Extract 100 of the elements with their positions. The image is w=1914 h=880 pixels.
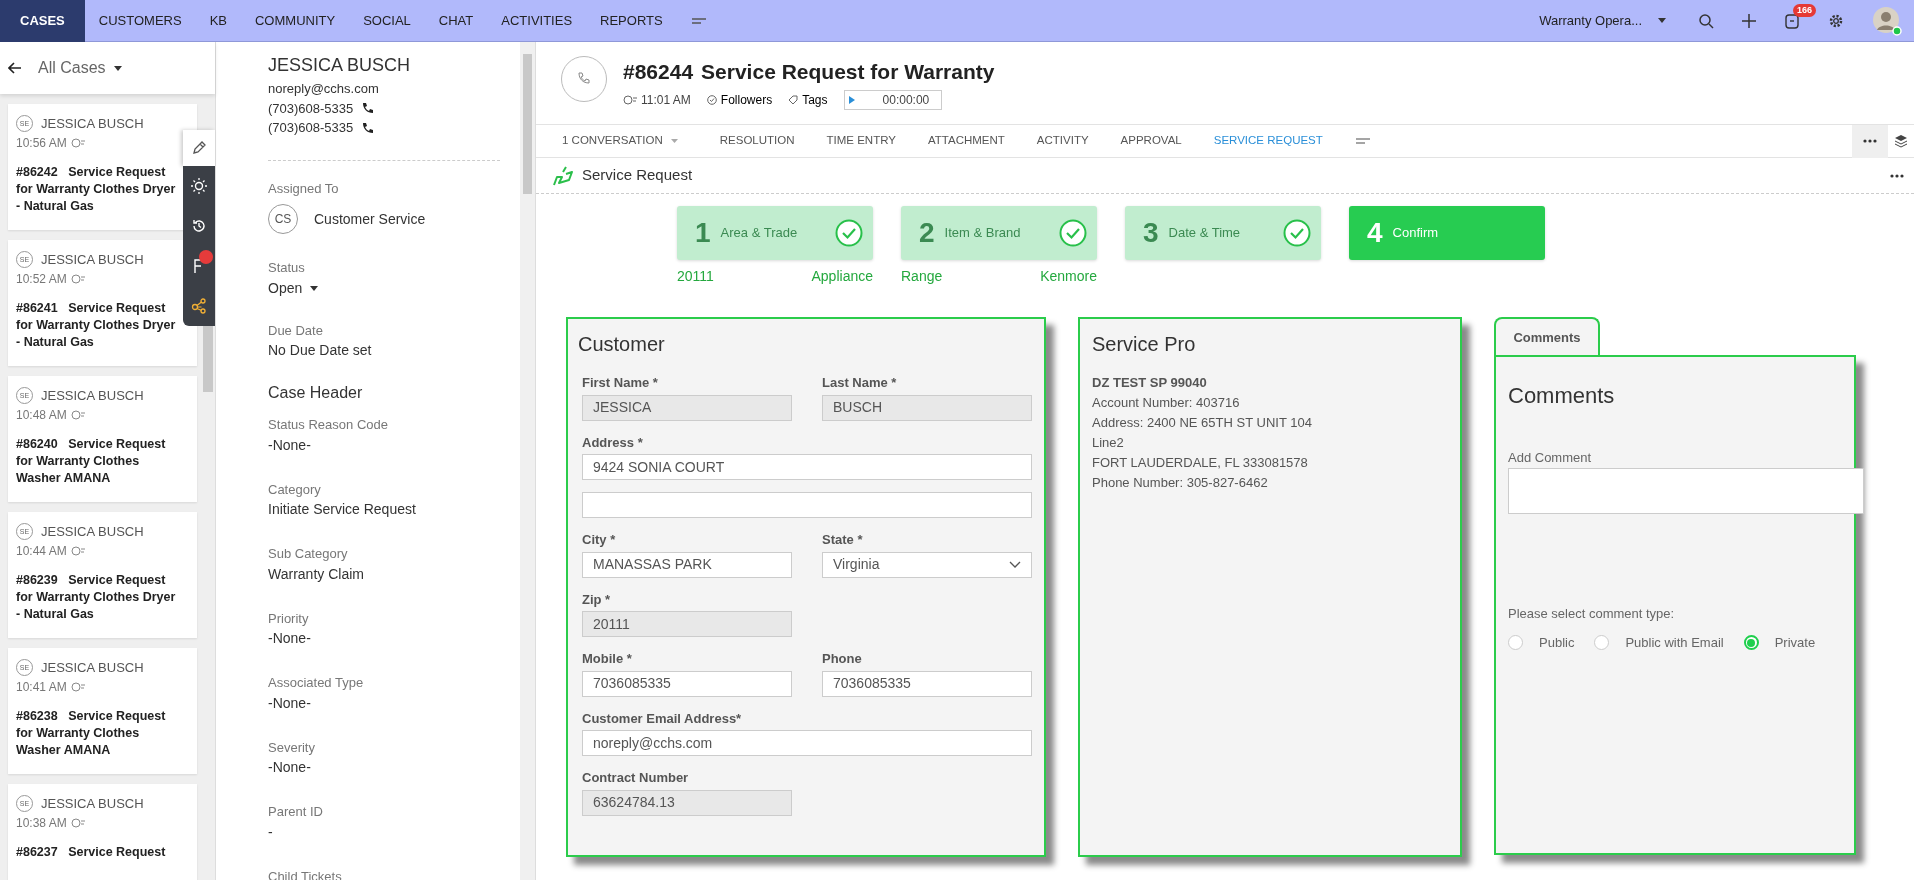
nav-tab[interactable]: REPORTS xyxy=(586,0,677,42)
field-label: Address * xyxy=(582,433,644,452)
followers-button[interactable]: Followers xyxy=(706,90,773,109)
nav-tab[interactable]: KB xyxy=(195,0,241,42)
pencil-icon[interactable] xyxy=(191,140,207,156)
nav-tab[interactable]: ACTIVITIES xyxy=(487,0,587,42)
panel-title: Service Pro xyxy=(1092,332,1197,357)
scrollbar[interactable] xyxy=(523,54,532,194)
case-time: 10:56 AM xyxy=(16,134,67,152)
customer-name: JESSICA BUSCH xyxy=(41,659,144,677)
input-field[interactable]: MANASSAS PARK xyxy=(582,551,792,578)
clock-icon xyxy=(623,94,637,105)
field-value: -None- xyxy=(268,629,312,648)
check-circle-icon xyxy=(1283,219,1311,247)
field-label: Zip * xyxy=(582,590,612,609)
clock-icon xyxy=(70,681,85,692)
field-label: State * xyxy=(822,531,864,549)
tags-button[interactable]: Tags xyxy=(788,90,828,109)
panel-title: Comments xyxy=(1508,382,1616,410)
more-icon[interactable] xyxy=(1890,173,1904,178)
tab[interactable]: SERVICE REQUEST xyxy=(1197,124,1339,158)
case-title: #86241 Service Request for Warranty Clothes Dryer - Natural Gas xyxy=(16,299,177,351)
workspace-dropdown[interactable]: Warranty Opera... xyxy=(1525,0,1680,42)
plus-icon[interactable] xyxy=(1742,13,1756,28)
input-field[interactable]: 9424 SONIA COURT xyxy=(582,454,1032,480)
field-value: No Due Date set xyxy=(268,341,373,360)
tab[interactable]: ATTACHMENT xyxy=(911,124,1021,158)
input-field[interactable] xyxy=(582,492,1032,518)
tab[interactable]: APPROVAL xyxy=(1104,124,1198,158)
menu-icon xyxy=(1354,137,1371,146)
field-label: Status Reason Code xyxy=(268,416,389,434)
alert-badge xyxy=(199,250,213,264)
radio-button[interactable] xyxy=(1594,635,1610,651)
step-value: Appliance xyxy=(811,267,873,286)
assigned-value: Customer Service xyxy=(314,209,426,229)
tab[interactable]: RESOLUTION xyxy=(703,124,811,158)
clock-icon xyxy=(70,545,85,556)
check-circle-icon xyxy=(835,219,863,247)
field-label: Priority xyxy=(268,609,310,628)
settings-icon[interactable] xyxy=(1828,12,1844,29)
input-field[interactable]: 7036085335 xyxy=(582,670,792,697)
panel-title: Customer xyxy=(578,332,666,357)
case-title: #86242 Service Request for Warranty Clothes Dryer - Natural Gas xyxy=(16,163,177,215)
radio-option[interactable]: Public with Email xyxy=(1594,633,1724,653)
case-time: 11:01 AM xyxy=(641,91,691,109)
phone-number: (703)608-5335 xyxy=(268,99,354,118)
avatar-icon[interactable] xyxy=(1872,5,1902,36)
nav-tab[interactable]: CUSTOMERS xyxy=(84,0,196,42)
tab[interactable]: TIME ENTRY xyxy=(810,124,912,158)
field-label: Last Name * xyxy=(822,374,898,392)
caret-icon xyxy=(310,285,319,291)
search-icon[interactable] xyxy=(1698,12,1714,29)
phone-number: (703)608-5335 xyxy=(268,119,354,137)
status-dropdown[interactable]: Open xyxy=(268,277,319,299)
input-field: 20111 xyxy=(582,611,792,637)
step-value: 20111 xyxy=(677,267,714,286)
case-title: Service Request for Warranty xyxy=(701,59,995,85)
phone-icon[interactable] xyxy=(361,102,374,115)
service-pro-detail: Account Number: 403716 xyxy=(1092,393,1241,412)
timer[interactable]: 00:00:00 xyxy=(843,89,943,110)
section-heading: Case Header xyxy=(268,383,364,403)
nav-tab[interactable]: CASES xyxy=(0,0,85,42)
radio-option[interactable]: Private xyxy=(1743,633,1816,653)
customer-name: JESSICA BUSCH xyxy=(41,795,144,813)
phone-icon[interactable] xyxy=(361,121,374,134)
field-label: Severity xyxy=(268,738,316,757)
back-arrow-icon[interactable] xyxy=(8,62,22,74)
field-label: Due Date xyxy=(268,321,324,340)
play-icon[interactable] xyxy=(848,95,855,104)
input-field: 63624784.13 xyxy=(582,789,792,816)
case-time: 10:44 AM xyxy=(16,542,67,560)
view-dropdown[interactable]: All Cases xyxy=(38,56,122,80)
step-value: Kenmore xyxy=(1040,267,1097,286)
scrollbar[interactable] xyxy=(203,324,213,392)
comments-tab[interactable]: Comments xyxy=(1494,317,1600,357)
tab[interactable]: ACTIVITY xyxy=(1020,124,1105,158)
field-value: - xyxy=(268,822,274,842)
service-pro-detail: Address: 2400 NE 65TH ST UNIT 104 xyxy=(1092,413,1313,432)
radio-option[interactable]: Public xyxy=(1508,633,1575,653)
caret-icon xyxy=(670,139,678,143)
clock-icon xyxy=(70,137,85,148)
field-label: Child Tickets xyxy=(268,867,343,880)
radio-button[interactable] xyxy=(1508,635,1523,651)
customer-name: JESSICA BUSCH xyxy=(41,115,144,133)
radio-button[interactable] xyxy=(1743,635,1759,651)
layers-icon[interactable] xyxy=(1894,134,1908,148)
tag-icon xyxy=(788,94,799,105)
caret-icon xyxy=(1658,18,1666,23)
field-label: City * xyxy=(582,531,617,549)
field-value: -None- xyxy=(268,435,312,455)
input-field[interactable]: 7036085335 xyxy=(822,670,1032,697)
tab[interactable]: 1 CONVERSATION xyxy=(546,124,694,158)
clock-icon xyxy=(70,817,85,828)
input-field[interactable]: noreply@cchs.com xyxy=(582,730,1032,756)
nav-tab[interactable]: SOCIAL xyxy=(349,0,425,42)
nav-tab[interactable]: COMMUNITY xyxy=(240,0,350,42)
case-time: 10:52 AM xyxy=(16,270,67,288)
nav-tab[interactable]: CHAT xyxy=(424,0,488,42)
comment-input[interactable] xyxy=(1508,467,1864,514)
state-select[interactable]: Virginia xyxy=(822,551,1032,578)
